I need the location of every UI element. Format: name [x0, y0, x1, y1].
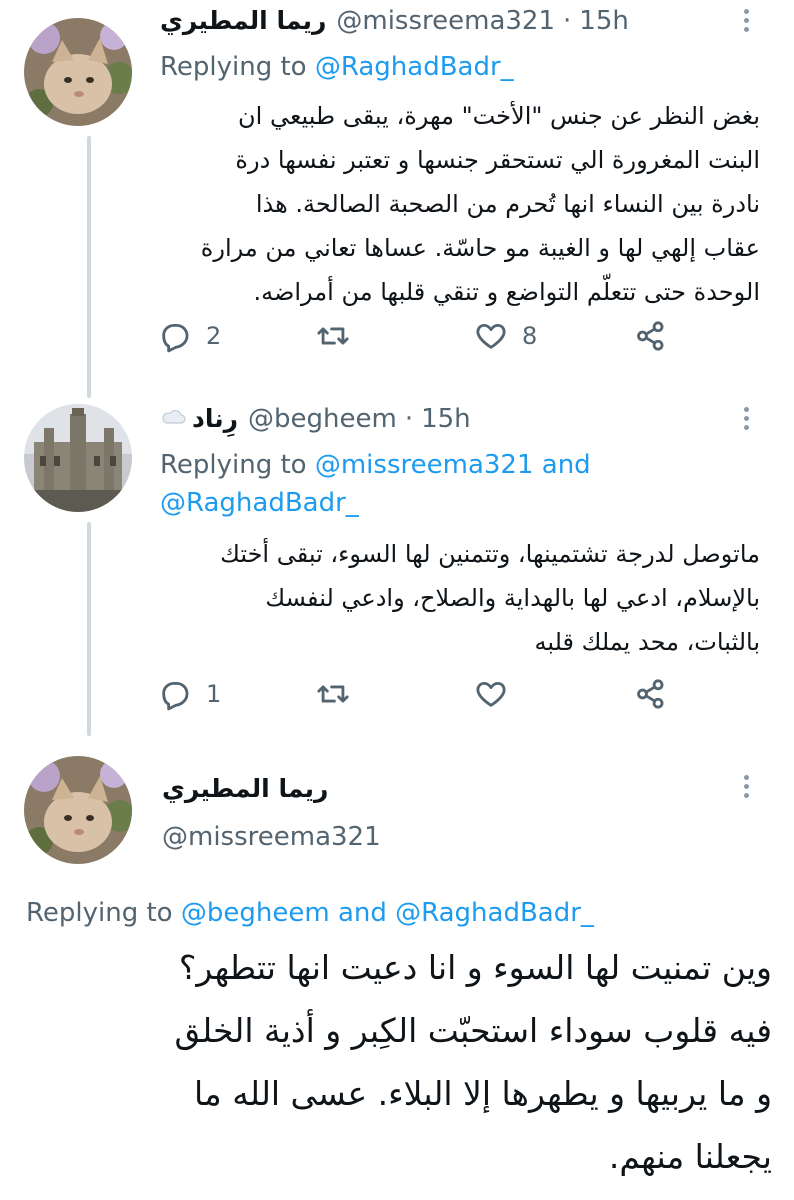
replying-to-label: Replying to [160, 450, 307, 480]
tweet-text: وين تمنيت لها السوء و انا دعيت انها تتطه… [20, 936, 772, 1188]
text-line: نادرة بين النساء انها تُحرم من الصحبة ال… [255, 190, 760, 218]
replying-to: Replying to @RaghadBadr_ [160, 48, 514, 86]
more-icon[interactable] [734, 0, 758, 40]
share-icon [637, 679, 664, 709]
more-icon[interactable] [734, 398, 758, 438]
display-name[interactable]: رِناد [192, 404, 238, 433]
user-handle[interactable]: @begheem [248, 404, 397, 434]
text-line: و ما يربيها و يطهرها إلا البلاء. عسى الل… [193, 1074, 772, 1113]
tweet-text: بغض النظر عن جنس "الأخت" مهرة، يبقى طبيع… [150, 94, 760, 314]
retweet-button[interactable] [316, 316, 350, 356]
mention-link[interactable]: @RaghadBadr_ [160, 488, 359, 518]
text-line: الوحدة حتى تتعلّم التواضع و تنقي قلبها م… [253, 278, 760, 306]
replying-and: and [337, 898, 387, 928]
mention-link[interactable]: @missreema321 [315, 450, 534, 480]
thread-line [87, 522, 91, 736]
cloud-icon [162, 409, 186, 424]
text-line: بالإسلام، ادعي لها بالهداية والصلاح، واد… [265, 584, 760, 612]
reply-count: 1 [206, 680, 222, 708]
timestamp[interactable]: 15h [579, 6, 629, 36]
timestamp[interactable]: 15h [421, 404, 471, 434]
mention-link[interactable]: @begheem [181, 898, 330, 928]
replying-to: Replying to @begheem and @RaghadBadr_ [26, 894, 594, 932]
reply-button[interactable]: 2 [158, 316, 221, 356]
text-line: بالثبات، محد يملك قلبه [534, 628, 760, 656]
separator-dot: · [404, 404, 414, 434]
share-icon [637, 321, 664, 351]
reply-button[interactable]: 1 [158, 674, 221, 714]
text-line: عقاب إلهي لها و الغيبة مو حاسّة. عساها ت… [200, 234, 760, 262]
retweet-icon [317, 685, 349, 703]
text-line: البنت المغرورة الي تستحقر جنسها و تعتبر … [235, 146, 760, 174]
tweet-header: ريما المطيري [162, 774, 328, 803]
share-button[interactable] [634, 316, 668, 356]
replying-to-label: Replying to [160, 52, 307, 82]
reply-count: 2 [206, 322, 222, 350]
user-handle[interactable]: @missreema321 [336, 6, 555, 36]
display-name[interactable]: ريما المطيري [160, 6, 326, 35]
heart-icon [476, 681, 506, 707]
text-line: ماتوصل لدرجة تشتمينها، وتتمنين لها السوء… [220, 540, 760, 568]
separator-dot: · [563, 6, 572, 36]
text-line: وين تمنيت لها السوء و انا دعيت انها تتطه… [178, 948, 772, 987]
retweet-icon [317, 327, 349, 345]
like-button[interactable] [474, 674, 508, 714]
text-line: فيه قلوب سوداء استحبّت الكِبر و أذية الخ… [174, 1011, 772, 1050]
display-name[interactable]: ريما المطيري [162, 774, 328, 803]
retweet-button[interactable] [316, 674, 350, 714]
tweet-text: ماتوصل لدرجة تشتمينها، وتتمنين لها السوء… [150, 532, 760, 664]
tweet-handle-line: @missreema321 [162, 822, 381, 852]
replying-to-label: Replying to [26, 898, 173, 928]
like-count: 8 [522, 322, 538, 350]
replying-to: Replying to @missreema321 and @RaghadBad… [160, 446, 720, 522]
tweet-header: ريما المطيري @missreema321 · 15h [160, 6, 629, 36]
user-handle[interactable]: @missreema321 [162, 822, 381, 852]
heart-icon [476, 323, 506, 349]
mention-link[interactable]: @RaghadBadr_ [315, 52, 514, 82]
avatar[interactable] [24, 404, 132, 512]
thread-line [87, 136, 91, 398]
reply-icon [162, 323, 189, 353]
replying-and: and [541, 450, 591, 480]
text-line: يجعلنا منهم. [608, 1137, 772, 1176]
tweet-header: رِناد @begheem · 15h [160, 404, 471, 434]
like-button[interactable]: 8 [474, 316, 537, 356]
avatar[interactable] [24, 18, 132, 126]
text-line: بغض النظر عن جنس "الأخت" مهرة، يبقى طبيع… [238, 102, 760, 130]
share-button[interactable] [634, 674, 668, 714]
reply-icon [162, 681, 189, 711]
mention-link[interactable]: @RaghadBadr_ [395, 898, 594, 928]
avatar[interactable] [24, 756, 132, 864]
more-icon[interactable] [734, 766, 758, 806]
